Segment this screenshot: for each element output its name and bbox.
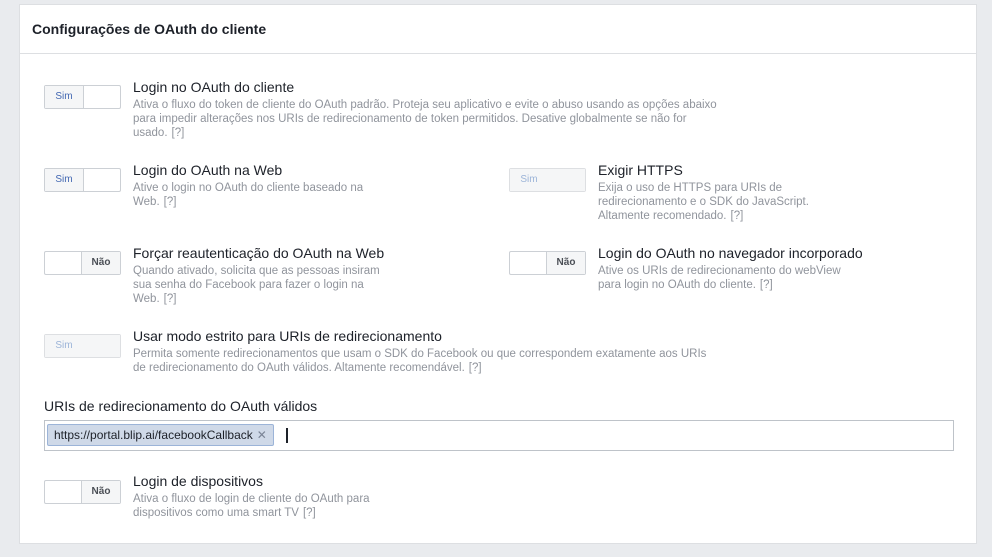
help-link[interactable]: [?] — [760, 279, 773, 291]
description-text: Exija o uso de HTTPS para URIs de redire… — [598, 182, 809, 222]
embedded-browser-login-title: Login do OAuth no navegador incorporado — [598, 245, 863, 261]
web-oauth-login-description: Ative o login no OAuth do cliente basead… — [133, 181, 391, 209]
redirect-uris-input[interactable]: https://portal.blip.ai/facebookCallback ✕ — [44, 420, 954, 451]
uri-token-text: https://portal.blip.ai/facebookCallback — [54, 428, 253, 442]
panel-title: Configurações de OAuth do cliente — [32, 21, 267, 37]
web-oauth-login-toggle[interactable]: Sim — [44, 168, 121, 192]
embedded-browser-login-description: Ative os URIs de redirecionamento do web… — [598, 264, 848, 292]
oauth-settings-panel: Configurações de OAuth do cliente Sim Lo… — [19, 4, 977, 544]
web-oauth-login-title: Login do OAuth na Web — [133, 162, 283, 178]
redirect-uris-label: URIs de redirecionamento do OAuth válido… — [44, 398, 318, 414]
description-text: Ativa o fluxo do token de cliente do OAu… — [133, 99, 717, 139]
description-text: Ativa o fluxo de login de cliente do OAu… — [133, 493, 370, 519]
device-login-description: Ativa o fluxo de login de cliente do OAu… — [133, 492, 373, 520]
strict-mode-title: Usar modo estrito para URIs de redirecio… — [133, 328, 442, 344]
uri-token: https://portal.blip.ai/facebookCallback ✕ — [47, 424, 274, 446]
device-login-title: Login de dispositivos — [133, 473, 263, 489]
help-link[interactable]: [?] — [164, 293, 177, 305]
text-caret — [286, 428, 288, 443]
force-web-reauth-title: Forçar reautenticação do OAuth na Web — [133, 245, 385, 261]
client-oauth-login-description: Ativa o fluxo do token de cliente do OAu… — [133, 98, 718, 140]
toggle-on-label: Sim — [510, 169, 549, 191]
remove-token-icon[interactable]: ✕ — [257, 428, 267, 442]
help-link[interactable]: [?] — [469, 362, 482, 374]
help-link[interactable]: [?] — [731, 210, 744, 222]
force-web-reauth-toggle[interactable]: Não — [44, 251, 121, 275]
enforce-https-title: Exigir HTTPS — [598, 162, 683, 178]
force-web-reauth-description: Quando ativado, solicita que as pessoas … — [133, 264, 385, 306]
description-text: Permita somente redirecionamentos que us… — [133, 348, 707, 374]
enforce-https-description: Exija o uso de HTTPS para URIs de redire… — [598, 181, 838, 223]
embedded-browser-login-toggle[interactable]: Não — [509, 251, 586, 275]
toggle-on-label: Sim — [45, 335, 84, 357]
help-link[interactable]: [?] — [303, 507, 316, 519]
toggle-on-label: Sim — [45, 169, 84, 191]
client-oauth-login-toggle[interactable]: Sim — [44, 85, 121, 109]
toggle-on-label: Sim — [45, 86, 84, 108]
enforce-https-toggle[interactable]: Sim — [509, 168, 586, 192]
device-login-toggle[interactable]: Não — [44, 480, 121, 504]
panel-header: Configurações de OAuth do cliente — [20, 5, 976, 54]
toggle-off-label: Não — [81, 252, 120, 274]
help-link[interactable]: [?] — [172, 127, 185, 139]
toggle-off-label: Não — [81, 481, 120, 503]
strict-mode-description: Permita somente redirecionamentos que us… — [133, 347, 718, 375]
help-link[interactable]: [?] — [164, 196, 177, 208]
toggle-off-label: Não — [546, 252, 585, 274]
description-text: Ative os URIs de redirecionamento do web… — [598, 265, 841, 291]
strict-mode-toggle[interactable]: Sim — [44, 334, 121, 358]
client-oauth-login-title: Login no OAuth do cliente — [133, 79, 295, 95]
